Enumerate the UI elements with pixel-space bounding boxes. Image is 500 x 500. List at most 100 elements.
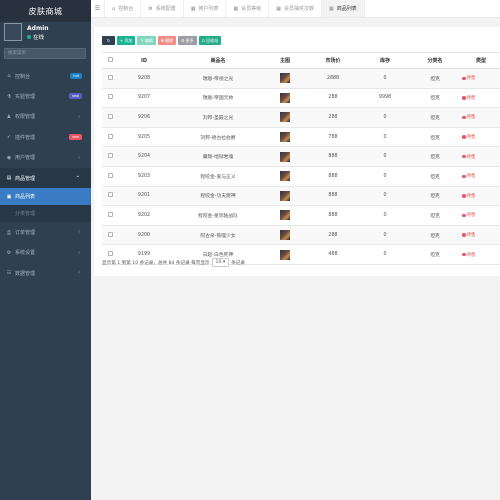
cell-image: [266, 68, 304, 89]
column-header-id[interactable]: ID: [118, 52, 170, 69]
row-checkbox[interactable]: [107, 231, 113, 237]
row-checkbox[interactable]: [107, 172, 113, 178]
edit-button[interactable]: ✎ 编辑: [137, 36, 156, 45]
cell-select: [102, 225, 118, 246]
table-row[interactable]: 9208 瑞恩-帝视之光 2888 0 坦克 待售: [102, 68, 500, 89]
refresh-button[interactable]: ↻: [102, 36, 115, 45]
product-image[interactable]: [280, 171, 290, 182]
status-label: 待售: [466, 233, 476, 239]
column-header-price[interactable]: 市场价: [304, 52, 362, 69]
page-size-select[interactable]: 10 ▾: [211, 258, 230, 267]
sidebar-item-goods-list[interactable]: ▣ 商品列表: [0, 188, 91, 206]
product-image[interactable]: [280, 230, 290, 241]
cell-category: 坦克: [408, 225, 462, 246]
sidebar-item-experiments[interactable]: ⚗ 实验管理 new: [0, 86, 91, 106]
cell-name: 程咬金-星际陆战队: [170, 205, 266, 226]
sidebar-item-dashboard[interactable]: ⌂ 控制台 hot: [0, 66, 91, 86]
row-checkbox[interactable]: [107, 251, 113, 257]
cell-image: [266, 205, 304, 226]
pagination-suffix: 条记录: [231, 260, 245, 266]
status-badge: 待售: [462, 212, 500, 218]
trash-icon: ✖: [160, 38, 165, 43]
cell-id: 9206: [118, 107, 170, 128]
tab-dashboard[interactable]: ⌂ 控制台: [105, 0, 142, 17]
status-label: 待售: [466, 252, 476, 258]
table-row[interactable]: 9203 程咬金-爱与正义 888 0 坦克 待售: [102, 166, 500, 187]
status-label: 待售: [466, 115, 476, 121]
table-row[interactable]: 9200 阿古朵-熊喵少女 288 0 坦克 待售: [102, 225, 500, 246]
toolbar: ↻ + 添加 ✎ 编辑 ✖ 删除 ⚙ 更多 ♺ 回收站: [102, 36, 222, 45]
table-row[interactable]: 9205 刘邦-德古拉伯爵 788 0 坦克 待售: [102, 127, 500, 148]
table-row[interactable]: 9206 刘邦-圣殿之光 288 0 坦克 待售: [102, 107, 500, 128]
sidebar-item-orders[interactable]: ⎙ 订单管理 ‹: [0, 222, 91, 242]
cell-category: 坦克: [408, 68, 462, 89]
status-dot-icon: [462, 96, 466, 100]
cell-price: 288: [304, 225, 362, 246]
sidebar-item-category[interactable]: 分类管理: [0, 205, 91, 223]
column-header-stock[interactable]: 库存: [362, 52, 408, 69]
row-checkbox[interactable]: [107, 211, 113, 217]
product-image[interactable]: [280, 151, 290, 162]
product-image[interactable]: [280, 249, 290, 260]
table-row[interactable]: 9207 瑞恩-帝国元帅 288 9998 坦克 待售: [102, 88, 500, 109]
table-icon: ▦: [328, 5, 334, 12]
chevron-left-icon: ‹: [78, 113, 80, 120]
table-row[interactable]: 9204 廉颇-地狱岩魂 888 0 坦克 待售: [102, 146, 500, 167]
tab-system-config[interactable]: ⚙ 系统配置: [141, 0, 184, 17]
cell-image: [266, 107, 304, 128]
product-image[interactable]: [280, 92, 290, 103]
status-dot-icon: [462, 115, 466, 120]
column-header-status[interactable]: 类型: [462, 52, 500, 69]
table-row[interactable]: 9202 程咬金-星际陆战队 888 0 坦克 待售: [102, 205, 500, 226]
column-header-category[interactable]: 分类名: [408, 52, 462, 69]
product-image[interactable]: [280, 112, 290, 123]
row-checkbox[interactable]: [107, 153, 113, 159]
cell-price: 888: [304, 146, 362, 167]
avatar[interactable]: [4, 23, 22, 41]
row-checkbox[interactable]: [107, 133, 113, 139]
status-dot-icon: [462, 154, 466, 159]
delete-button[interactable]: ✖ 删除: [157, 36, 177, 45]
cell-status: 待售: [462, 186, 500, 207]
row-checkbox[interactable]: [107, 113, 113, 119]
row-checkbox[interactable]: [107, 94, 113, 100]
product-image[interactable]: [280, 210, 290, 221]
cell-price: 488: [304, 244, 362, 265]
tab-user-list[interactable]: ▦ 用户列表: [184, 0, 227, 17]
sidebar-item-plugins[interactable]: ➶ 插件管理 new: [0, 127, 91, 147]
column-header-name[interactable]: 商品名: [170, 52, 266, 69]
menu-toggle-icon[interactable]: ☰: [91, 0, 105, 17]
cell-id: 9202: [118, 205, 170, 226]
database-icon: ☷: [6, 270, 12, 277]
cell-select: [102, 68, 118, 89]
row-checkbox[interactable]: [107, 192, 113, 198]
chevron-left-icon: ‹: [78, 229, 80, 236]
product-image[interactable]: [280, 190, 290, 201]
column-header-image[interactable]: 主图: [266, 52, 304, 69]
user-name[interactable]: Admin: [27, 25, 49, 32]
app-title[interactable]: 皮肤商城: [0, 0, 91, 22]
blank-icon: [6, 211, 12, 217]
table-row[interactable]: 9201 程咬金-功夫厨神 888 0 坦克 待售: [102, 186, 500, 207]
recycle-bin-button[interactable]: ♺ 回收站: [198, 36, 222, 45]
sidebar-item-label: 订单管理: [15, 230, 36, 237]
sidebar-item-settings[interactable]: ⚙ 系统设置 ‹: [0, 243, 91, 263]
product-image[interactable]: [280, 73, 290, 84]
select-all-checkbox[interactable]: [102, 52, 118, 69]
tab-lottery-count[interactable]: ▦ 会员抽奖次数: [269, 0, 322, 17]
row-checkbox[interactable]: [107, 74, 113, 80]
sidebar-item-goods[interactable]: ▤ 商品管理 ⌄: [0, 167, 91, 189]
tab-goods-list[interactable]: ▦ 商品列表: [321, 0, 365, 17]
table-icon: ▦: [233, 5, 239, 12]
cell-select: [102, 166, 118, 187]
sidebar-item-data[interactable]: ☷ 数据管理 ‹: [0, 263, 91, 283]
product-image[interactable]: [280, 132, 290, 143]
more-button[interactable]: ⚙ 更多: [178, 36, 197, 45]
cell-status: 待售: [462, 166, 500, 187]
checkbox-icon[interactable]: [107, 57, 113, 62]
tab-member-level[interactable]: ▦ 会员等级: [226, 0, 270, 17]
sidebar-item-users[interactable]: ◉ 用户管理 ‹: [0, 148, 91, 168]
sidebar-item-permissions[interactable]: ♟ 权限管理 ‹: [0, 107, 91, 127]
search-input[interactable]: 搜索菜单: [4, 48, 86, 59]
add-button[interactable]: + 添加: [117, 36, 136, 45]
